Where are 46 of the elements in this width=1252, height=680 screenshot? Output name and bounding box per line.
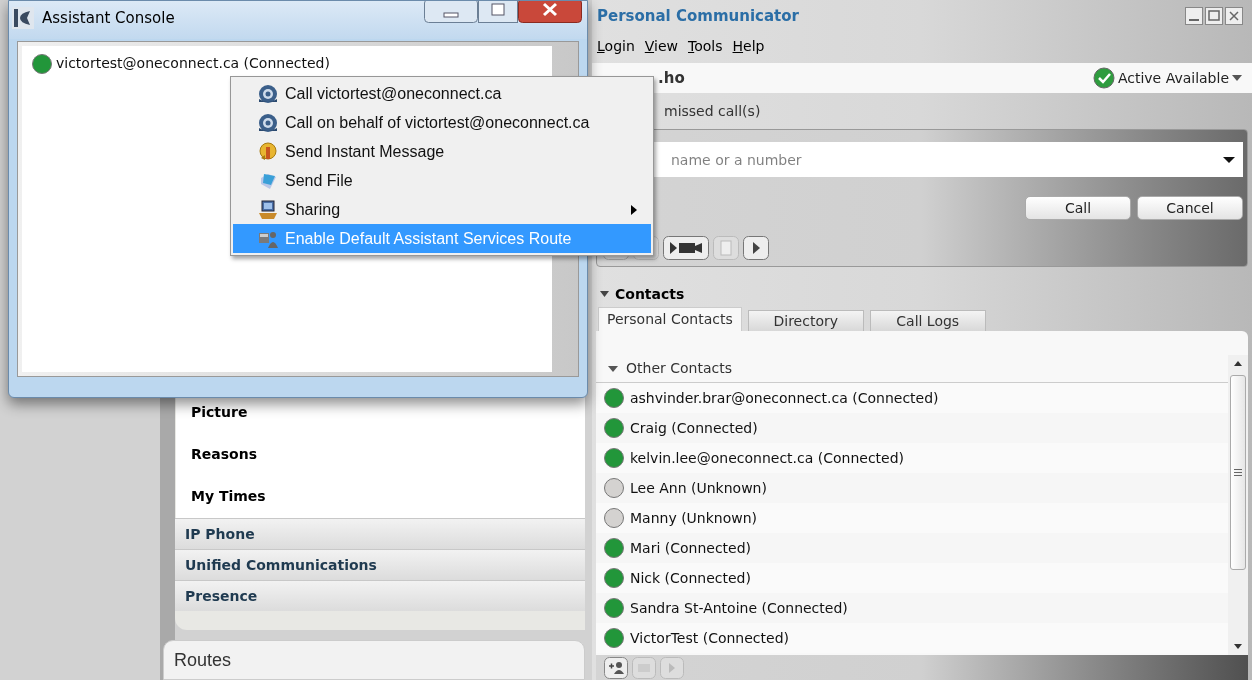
section-header[interactable]: Presence [175, 580, 585, 611]
contact-row[interactable]: victortest@oneconnect.ca (Connected) [32, 53, 552, 74]
tab[interactable]: Personal Contacts [598, 307, 742, 331]
collapse-icon[interactable] [600, 291, 609, 297]
menu-item[interactable]: Tools [688, 35, 723, 57]
dropdown-icon [1232, 74, 1242, 82]
maximize-icon[interactable] [1205, 7, 1223, 25]
menu-item[interactable]: Call victortest@oneconnect.ca [233, 79, 651, 108]
menu-item[interactable]: Help [732, 35, 765, 57]
video-icon[interactable] [663, 236, 709, 260]
panel-title: Routes [174, 648, 232, 672]
menu-item[interactable]: View [644, 35, 678, 57]
settings-item[interactable]: My Times [191, 485, 585, 507]
add-contact-icon[interactable] [604, 656, 628, 679]
chat-icon [257, 140, 279, 163]
app-logo-icon [12, 7, 34, 30]
window-title: Personal Communicator [597, 5, 799, 27]
missed-calls-text: missed call(s) [664, 101, 761, 121]
section-header[interactable]: Unified Communications [175, 549, 585, 580]
maximize-icon[interactable] [478, 1, 518, 23]
section-title: Contacts [615, 284, 685, 304]
dropdown-icon[interactable] [1223, 156, 1235, 164]
tab[interactable]: Directory [747, 310, 864, 331]
user-name: .ho [658, 67, 685, 89]
phone-icon [257, 111, 279, 134]
phone-icon [257, 82, 279, 105]
settings-item[interactable]: Reasons [191, 443, 585, 465]
minimize-icon[interactable] [1185, 7, 1203, 25]
scrollbar[interactable] [1228, 355, 1248, 655]
monitor-icon [257, 198, 279, 221]
call-button[interactable]: Call [1025, 196, 1131, 220]
status-selector[interactable]: Active Available [1092, 67, 1242, 89]
play-icon[interactable] [743, 236, 769, 260]
menu-item[interactable]: Login [597, 35, 635, 57]
window-title: Assistant Console [42, 8, 175, 29]
section-header[interactable]: IP Phone [175, 518, 585, 549]
grip-icon [1234, 469, 1242, 476]
menu-item[interactable]: Call on behalf of victortest@oneconnect.ca [233, 108, 651, 137]
close-icon[interactable] [1225, 7, 1243, 25]
check-icon [1092, 67, 1115, 89]
tab[interactable]: Call Logs [869, 310, 986, 331]
settings-item[interactable]: Picture [191, 401, 585, 423]
close-icon[interactable] [518, 1, 582, 23]
minimize-icon[interactable] [424, 1, 478, 23]
menu-item[interactable]: Sharing [233, 195, 651, 224]
cancel-button[interactable]: Cancel [1137, 196, 1243, 220]
